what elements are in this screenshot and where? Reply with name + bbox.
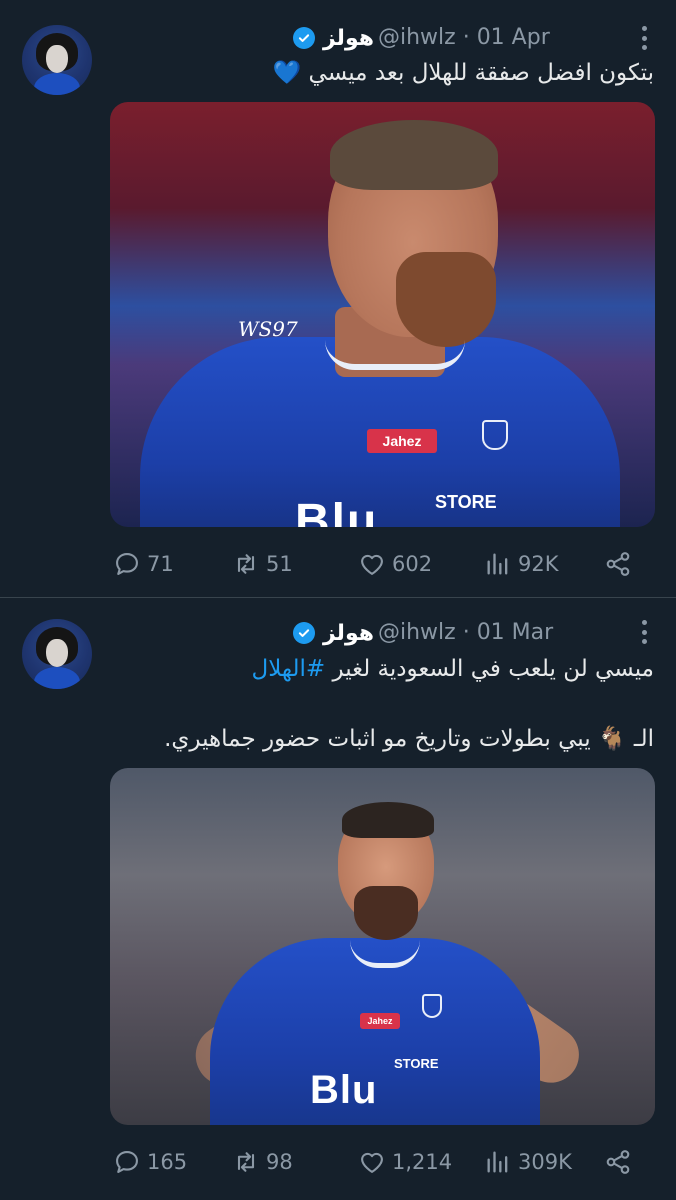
share-button[interactable] xyxy=(604,544,632,584)
shirt-store-text: STORE xyxy=(435,492,497,512)
like-count: 602 xyxy=(392,552,433,576)
tweet-author-header: هولز xyxy=(293,618,374,648)
share-button[interactable] xyxy=(604,1142,632,1182)
more-options-icon[interactable] xyxy=(640,26,648,50)
tweet-author-header: هولز xyxy=(293,23,374,53)
reply-icon xyxy=(116,1151,138,1173)
tweet[interactable]: هولز @ihwlz · 01 Mar ميسي لن يلعب في الس… xyxy=(0,598,676,1200)
player-beard xyxy=(396,252,496,347)
author-name[interactable]: هولز xyxy=(323,621,374,646)
shirt-sponsor: Jahez xyxy=(367,429,437,453)
like-icon xyxy=(361,554,383,575)
reply-count: 71 xyxy=(147,552,174,576)
like-button[interactable]: 602 xyxy=(358,544,432,584)
shirt-store-text: STORE xyxy=(394,1056,439,1071)
views-button[interactable]: 309K xyxy=(484,1142,572,1182)
retweet-button[interactable]: 51 xyxy=(232,544,293,584)
tweet-actions: 165 98 1,214 309K xyxy=(0,1142,676,1182)
views-button[interactable]: 92K xyxy=(484,544,559,584)
like-button[interactable]: 1,214 xyxy=(358,1142,452,1182)
handle-and-date[interactable]: @ihwlz · 01 Apr xyxy=(378,23,550,53)
club-crest-icon xyxy=(422,994,442,1018)
shirt-blu-text: Blu xyxy=(295,495,379,527)
reply-button[interactable]: 71 xyxy=(113,544,174,584)
like-count: 1,214 xyxy=(392,1150,453,1174)
retweet-count: 51 xyxy=(266,552,293,576)
views-count: 309K xyxy=(518,1150,572,1174)
like-icon xyxy=(361,1152,383,1173)
share-icon xyxy=(606,552,630,576)
tweet-text-plain: ميسي لن يلعب في السعودية لغير xyxy=(325,656,655,682)
player-beard xyxy=(354,886,418,940)
reply-button[interactable]: 165 xyxy=(113,1142,187,1182)
views-count: 92K xyxy=(518,552,559,576)
tweet-actions: 71 51 602 92K xyxy=(0,544,676,584)
shirt-sponsor: Jahez xyxy=(360,1013,400,1029)
tweet-text: بتكون افضل صفقة للهلال بعد ميسي 💙 xyxy=(272,60,654,86)
image-watermark: WS97 xyxy=(238,317,298,341)
reply-icon xyxy=(116,553,138,575)
tweet-text: ميسي لن يلعب في السعودية لغير #الهلال xyxy=(251,654,654,684)
tweet-media-image[interactable]: WS97 Jahez STORE Blu xyxy=(110,102,655,527)
views-icon xyxy=(487,553,508,575)
retweet-count: 98 xyxy=(266,1150,293,1174)
shirt-blu-text: Blu xyxy=(310,1068,378,1112)
retweet-button[interactable]: 98 xyxy=(232,1142,293,1182)
tweet[interactable]: هولز @ihwlz · 01 Apr بتكون افضل صفقة لله… xyxy=(0,0,676,598)
share-icon xyxy=(606,1150,630,1174)
hashtag-link[interactable]: #الهلال xyxy=(251,656,325,682)
shirt-collar xyxy=(325,340,465,370)
avatar[interactable] xyxy=(22,25,92,95)
tweet-text-line-2: الـ 🐐 يبي بطولات وتاريخ مو اثبات حضور جم… xyxy=(164,726,654,752)
player-hair xyxy=(330,120,498,190)
views-icon xyxy=(487,1151,508,1173)
player-hair xyxy=(342,802,434,838)
verified-badge-icon xyxy=(293,622,315,644)
handle-and-date[interactable]: @ihwlz · 01 Mar xyxy=(378,618,553,648)
avatar[interactable] xyxy=(22,619,92,689)
club-crest-icon xyxy=(482,420,508,450)
retweet-icon xyxy=(237,1152,255,1172)
reply-count: 165 xyxy=(147,1150,188,1174)
retweet-icon xyxy=(237,554,255,574)
verified-badge-icon xyxy=(293,27,315,49)
tweet-media-image[interactable]: Jahez STORE Blu xyxy=(110,768,655,1125)
author-name[interactable]: هولز xyxy=(323,26,374,51)
more-options-icon[interactable] xyxy=(640,620,648,644)
